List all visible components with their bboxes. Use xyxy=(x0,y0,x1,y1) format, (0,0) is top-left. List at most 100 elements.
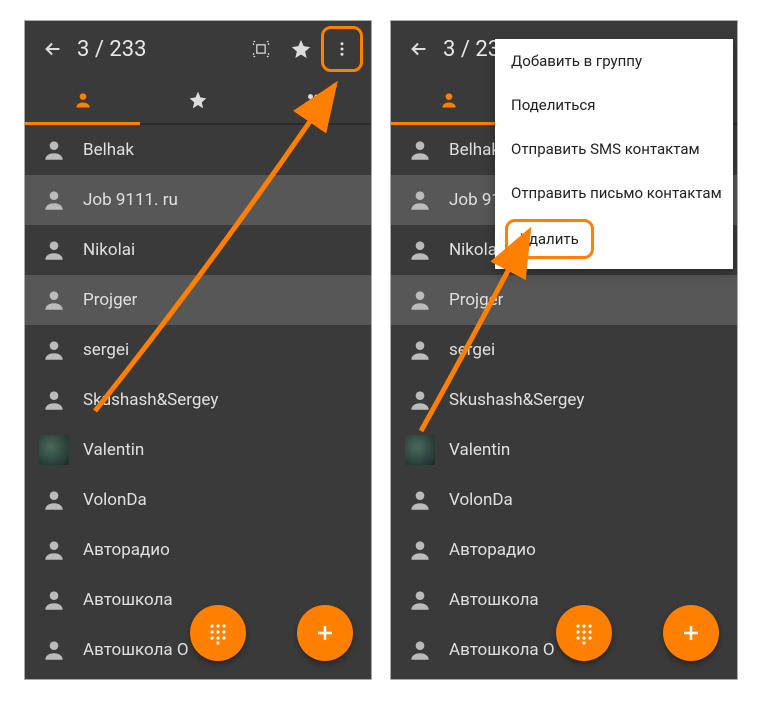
avatar-placeholder xyxy=(405,635,435,665)
avatar-placeholder xyxy=(39,485,69,515)
person-icon xyxy=(407,487,433,513)
tab-bar xyxy=(25,77,371,125)
back-button[interactable] xyxy=(33,29,73,69)
contact-row[interactable]: VolonDa xyxy=(25,475,371,525)
avatar-placeholder xyxy=(39,185,69,215)
contact-row[interactable]: sergei xyxy=(391,325,737,375)
contact-name: Valentin xyxy=(449,440,510,460)
contact-row[interactable]: Valentin xyxy=(25,425,371,475)
contact-row[interactable]: sergei xyxy=(25,325,371,375)
person-icon xyxy=(41,237,67,263)
back-button[interactable] xyxy=(399,29,439,69)
contact-name: Автошкола xyxy=(83,590,173,610)
phone-screenshot-right: 3 / 233 BelhakJob 9111. ruNikolaiProjger… xyxy=(390,20,738,680)
star-button[interactable] xyxy=(281,29,321,69)
tab-groups[interactable] xyxy=(256,77,371,123)
avatar-placeholder xyxy=(405,385,435,415)
avatar-placeholder xyxy=(39,285,69,315)
select-all-icon xyxy=(251,39,271,59)
contact-name: Projger xyxy=(449,290,503,310)
contact-row[interactable]: VolonDa xyxy=(391,475,737,525)
contact-name: VolonDa xyxy=(449,490,513,510)
contact-name: Valentin xyxy=(83,440,144,460)
contact-row[interactable]: Job 9111. ru xyxy=(25,175,371,225)
contact-name: Nikolai xyxy=(83,240,135,260)
avatar-placeholder xyxy=(405,335,435,365)
avatar-placeholder xyxy=(405,585,435,615)
dialpad-icon xyxy=(572,621,596,645)
person-icon xyxy=(407,137,433,163)
contact-row[interactable]: Valentin xyxy=(391,425,737,475)
selection-count: 3 / 233 xyxy=(77,37,241,62)
avatar-placeholder xyxy=(39,635,69,665)
contact-name: sergei xyxy=(449,340,495,360)
person-icon xyxy=(407,537,433,563)
star-icon xyxy=(188,90,208,110)
more-vert-icon xyxy=(333,38,351,60)
contact-name: Projger xyxy=(83,290,137,310)
contact-row[interactable]: Belhak xyxy=(25,125,371,175)
person-icon xyxy=(407,387,433,413)
plus-icon xyxy=(313,621,337,645)
person-icon xyxy=(407,587,433,613)
contact-row[interactable]: Авторадио xyxy=(25,525,371,575)
menu-item-share[interactable]: Поделиться xyxy=(495,83,733,127)
person-icon xyxy=(73,90,93,110)
contact-name: sergei xyxy=(83,340,129,360)
person-icon xyxy=(407,237,433,263)
person-icon xyxy=(41,537,67,563)
avatar-photo xyxy=(405,435,435,465)
contact-row[interactable]: Projger xyxy=(25,275,371,325)
menu-item-send-sms[interactable]: Отправить SMS контактам xyxy=(495,127,733,171)
person-icon xyxy=(41,587,67,613)
tab-contacts[interactable] xyxy=(25,77,140,123)
plus-icon xyxy=(679,621,703,645)
contact-row[interactable]: Nikolai xyxy=(25,225,371,275)
contact-row[interactable]: Skushash&Sergey xyxy=(25,375,371,425)
contact-row[interactable]: Skushash&Sergey xyxy=(391,375,737,425)
contact-name: Nikolai xyxy=(449,240,501,260)
contact-name: Авторадио xyxy=(449,540,536,560)
fab-add[interactable] xyxy=(297,605,353,661)
fab-dialpad[interactable] xyxy=(190,605,246,661)
tab-favorites[interactable] xyxy=(140,77,255,123)
avatar-placeholder xyxy=(39,585,69,615)
avatar-placeholder xyxy=(39,135,69,165)
more-button-highlighted[interactable] xyxy=(321,26,363,72)
menu-item-send-email[interactable]: Отправить письмо контактам xyxy=(495,171,733,215)
star-icon xyxy=(290,38,312,60)
avatar-placeholder xyxy=(405,185,435,215)
fab-dialpad[interactable] xyxy=(556,605,612,661)
avatar-placeholder xyxy=(405,135,435,165)
contact-name: Job 9111. ru xyxy=(83,190,178,210)
select-all-button[interactable] xyxy=(241,29,281,69)
dialpad-icon xyxy=(206,621,230,645)
person-icon xyxy=(41,337,67,363)
contact-row[interactable]: Projger xyxy=(391,275,737,325)
top-bar: 3 / 233 xyxy=(25,21,371,77)
tab-contacts[interactable] xyxy=(391,77,506,123)
contact-name: Skushash&Sergey xyxy=(83,390,218,410)
person-icon xyxy=(407,187,433,213)
arrow-left-icon xyxy=(42,38,64,60)
phone-screenshot-left: 3 / 233 Belhak Job 9111. ru Nikolai Projger… xyxy=(24,20,372,680)
arrow-left-icon xyxy=(408,38,430,60)
avatar-placeholder xyxy=(39,335,69,365)
contact-name: Belhak xyxy=(449,140,500,160)
overflow-menu: Добавить в группу Поделиться Отправить S… xyxy=(495,39,733,269)
fab-add[interactable] xyxy=(663,605,719,661)
group-add-icon xyxy=(301,90,325,110)
avatar-placeholder xyxy=(405,235,435,265)
person-icon xyxy=(41,487,67,513)
avatar-placeholder xyxy=(405,485,435,515)
contact-name: Автошкола О xyxy=(449,640,555,660)
contact-name: VolonDa xyxy=(83,490,147,510)
menu-item-add-group[interactable]: Добавить в группу xyxy=(495,39,733,83)
contact-row[interactable]: Авторадио xyxy=(391,525,737,575)
person-icon xyxy=(41,637,67,663)
menu-item-delete-highlighted[interactable]: Удалить xyxy=(505,219,594,259)
contact-name: Автошкола О xyxy=(83,640,189,660)
contact-name: Авторадио xyxy=(83,540,170,560)
contact-name: Автошкола xyxy=(449,590,539,610)
avatar-placeholder xyxy=(405,285,435,315)
